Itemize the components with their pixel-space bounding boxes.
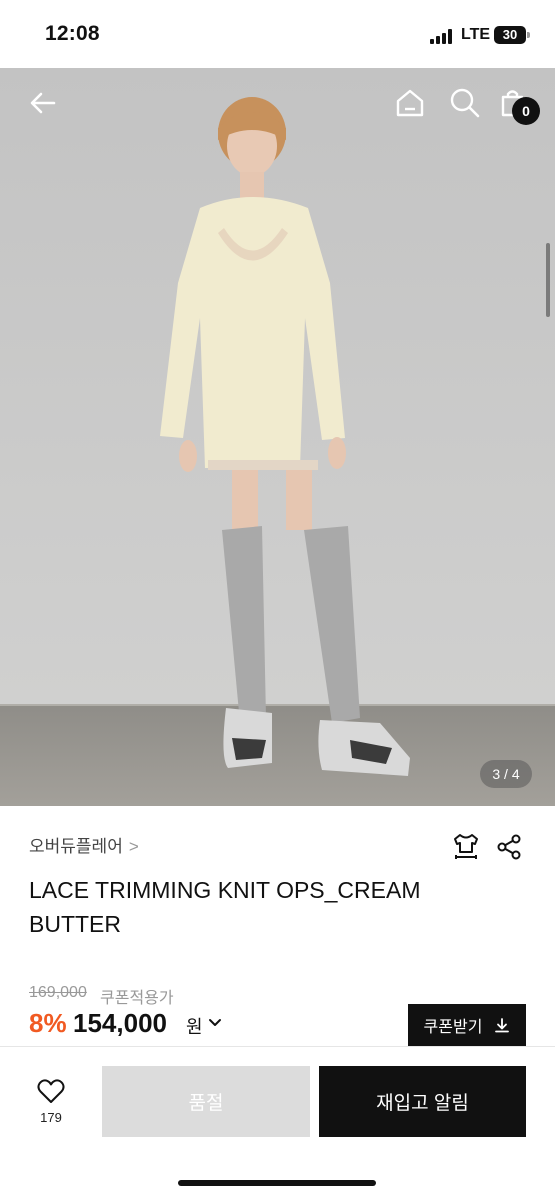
back-button[interactable] (26, 86, 60, 120)
like-count: 179 (40, 1110, 62, 1125)
home-indicator (178, 1180, 376, 1186)
battery-tip (527, 32, 530, 38)
sale-price: 154,000 (73, 1008, 167, 1038)
home-button[interactable] (393, 86, 427, 120)
image-counter: 3 / 4 (480, 760, 532, 788)
chevron-down-icon[interactable] (207, 1015, 223, 1031)
product-title: LACE TRIMMING KNIT OPS_CREAM BUTTER (29, 877, 421, 937)
coupon-price-note: 쿠폰적용가 (100, 990, 174, 1007)
download-icon (495, 1018, 510, 1033)
share-button[interactable] (494, 832, 524, 862)
restock-alert-button[interactable]: 재입고 알림 (319, 1066, 526, 1137)
like-button[interactable]: 179 (30, 1078, 72, 1125)
discount-rate: 8% (29, 1008, 67, 1038)
cart-count-badge: 0 (512, 97, 540, 125)
coupon-button-label: 쿠폰받기 (423, 1019, 483, 1036)
search-button[interactable] (448, 86, 482, 120)
chevron-right-icon: > (128, 837, 139, 856)
product-photo (0, 68, 555, 806)
cellular-signal-icon (430, 29, 454, 44)
home-icon (396, 89, 424, 117)
original-price: 169,000 (29, 984, 87, 1001)
battery-icon: 30 (494, 26, 526, 44)
tshirt-size-icon (454, 834, 478, 859)
size-guide-button[interactable] (451, 832, 481, 862)
soldout-button[interactable]: 품절 (102, 1066, 310, 1137)
share-icon (497, 834, 521, 860)
scroll-indicator (546, 243, 550, 317)
search-icon (450, 88, 480, 118)
get-coupon-button[interactable]: 쿠폰받기 (408, 1004, 526, 1046)
status-bar: 12:08 LTE 30 (0, 0, 555, 68)
product-image[interactable] (0, 68, 555, 806)
brand-link[interactable]: 오버듀플레어 > (29, 832, 139, 857)
status-time: 12:08 (45, 22, 100, 45)
network-type: LTE (461, 26, 491, 43)
heart-icon (37, 1079, 65, 1103)
brand-name: 오버듀플레어 (29, 837, 123, 856)
back-arrow-icon (30, 92, 56, 114)
currency-label[interactable]: 원 (186, 1013, 203, 1039)
